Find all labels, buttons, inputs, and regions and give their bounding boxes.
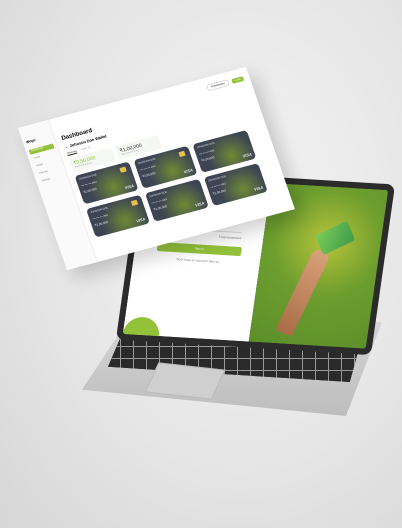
visa-logo: VISA bbox=[241, 151, 253, 159]
visa-logo: VISA bbox=[253, 184, 264, 192]
tab-overview[interactable]: Overview bbox=[66, 149, 78, 157]
logo: Wogo bbox=[25, 137, 37, 145]
visa-logo: VISA bbox=[135, 216, 147, 224]
tab-card-list[interactable]: Card List bbox=[80, 146, 91, 152]
signup-link[interactable]: Don't have an account? Sign up bbox=[157, 256, 238, 269]
hand-image bbox=[275, 247, 332, 337]
chip-icon bbox=[130, 199, 139, 207]
visa-logo: VISA bbox=[194, 200, 205, 208]
chip-icon bbox=[119, 166, 127, 173]
visa-logo: VISA bbox=[123, 183, 135, 191]
add-button[interactable]: + Add bbox=[230, 75, 245, 84]
visa-logo: VISA bbox=[182, 167, 194, 175]
green-credit-card-image bbox=[315, 220, 356, 256]
forgot-password-link[interactable]: Forgot password bbox=[219, 235, 242, 240]
sign-in-button[interactable]: Sign In bbox=[156, 242, 242, 257]
transactions-button[interactable]: Transactions bbox=[205, 78, 230, 92]
chip-icon bbox=[178, 150, 186, 158]
